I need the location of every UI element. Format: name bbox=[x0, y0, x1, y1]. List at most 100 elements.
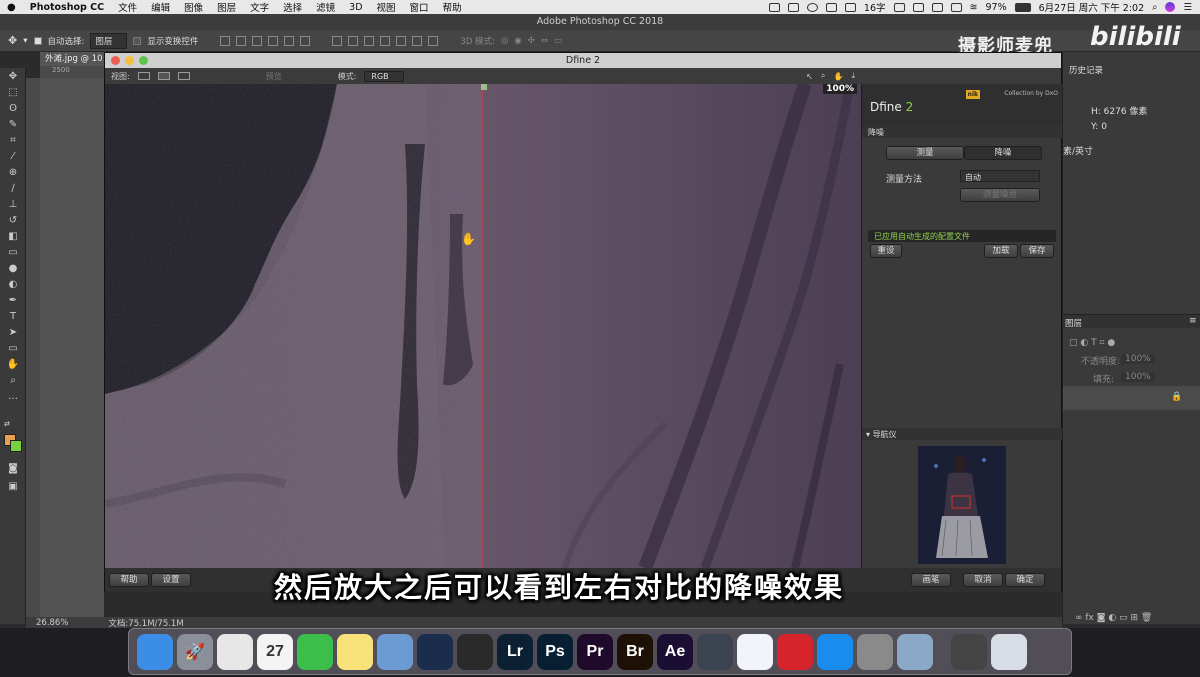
dock-cinema4d-icon[interactable] bbox=[417, 633, 453, 670]
side-by-side-view-icon[interactable] bbox=[177, 72, 190, 80]
screen-mode-icon[interactable]: ▣ bbox=[6, 481, 20, 492]
layer-filter-icons[interactable]: ▢ ◐ T ⌗ ● bbox=[1069, 338, 1115, 348]
zoom-tool-icon[interactable]: ⌕ bbox=[821, 71, 825, 81]
stamp-tool-icon[interactable]: ⊥ bbox=[6, 199, 20, 210]
path-select-tool-icon[interactable]: ➤ bbox=[6, 327, 20, 338]
load-button[interactable]: 加载 bbox=[984, 244, 1018, 258]
app-menu[interactable]: Photoshop CC bbox=[23, 2, 111, 13]
3d-orbit-icon[interactable]: ◎ bbox=[501, 36, 508, 46]
wechat-tray-icon[interactable] bbox=[825, 2, 837, 12]
ime-indicator[interactable]: 16字 bbox=[864, 0, 886, 14]
3d-scale-icon[interactable]: ▭ bbox=[554, 36, 562, 46]
measure-noise-button[interactable]: 测量噪点 bbox=[960, 188, 1040, 202]
eraser-tool-icon[interactable]: ◧ bbox=[6, 231, 20, 242]
dock-calendar-icon[interactable]: 27 bbox=[257, 633, 293, 670]
help-button[interactable]: 帮助 bbox=[109, 573, 149, 587]
dock-chrome-icon[interactable] bbox=[217, 633, 253, 670]
dock-lightroom-icon[interactable]: Lr bbox=[497, 633, 533, 670]
marquee-tool-icon[interactable]: ⬚ bbox=[6, 87, 20, 98]
zoom-level[interactable]: 26.86% bbox=[36, 618, 68, 628]
search-icon[interactable]: ⌕ bbox=[1152, 2, 1157, 13]
gradient-tool-icon[interactable]: ▭ bbox=[6, 247, 20, 258]
dock-preview-icon[interactable] bbox=[377, 633, 413, 670]
layer-row[interactable]: 🔒 bbox=[1063, 386, 1200, 410]
hand-tool-icon[interactable]: ✋ bbox=[6, 359, 20, 370]
split-view-icon[interactable] bbox=[157, 72, 170, 80]
single-view-icon[interactable] bbox=[137, 72, 150, 80]
dock-aftereffects-icon[interactable]: Ae bbox=[657, 633, 693, 670]
close-window-button[interactable] bbox=[111, 56, 120, 65]
menu-layer[interactable]: 图层 bbox=[210, 0, 243, 14]
quick-mask-icon[interactable]: ◙ bbox=[6, 463, 20, 474]
dock-wechat-icon[interactable] bbox=[297, 633, 333, 670]
auto-align-icon[interactable] bbox=[428, 35, 439, 46]
apple-menu-icon[interactable]: ● bbox=[0, 2, 23, 13]
distribute-hcenter-icon[interactable] bbox=[396, 35, 407, 46]
distribute-left-icon[interactable] bbox=[380, 35, 391, 46]
align-bottom-icon[interactable] bbox=[252, 35, 263, 46]
notification-center-icon[interactable]: ☰ bbox=[1183, 2, 1192, 13]
link-icon[interactable]: ∞ bbox=[1075, 613, 1083, 623]
dock-netease-music-icon[interactable] bbox=[777, 633, 813, 670]
mask-icon[interactable]: ◙ bbox=[1097, 613, 1106, 623]
keyboard-icon[interactable] bbox=[912, 2, 924, 12]
dock-image-capture-icon[interactable] bbox=[897, 633, 933, 670]
menu-file[interactable]: 文件 bbox=[111, 0, 144, 14]
dock-finder-icon[interactable] bbox=[137, 633, 173, 670]
menu-filter[interactable]: 滤镜 bbox=[309, 0, 342, 14]
shape-tool-icon[interactable]: ▭ bbox=[6, 343, 20, 354]
align-top-icon[interactable] bbox=[220, 35, 231, 46]
crop-tool-icon[interactable]: ⌗ bbox=[6, 135, 20, 146]
battery-percent[interactable]: 97% bbox=[985, 2, 1006, 13]
tool-preset-chevron-icon[interactable]: ▾ bbox=[23, 36, 27, 46]
dock-launchpad-icon[interactable]: 🚀 bbox=[177, 633, 213, 670]
group-icon[interactable]: ▭ bbox=[1119, 613, 1128, 623]
navigator-thumbnail[interactable] bbox=[918, 446, 1006, 564]
cancel-button[interactable]: 取消 bbox=[963, 573, 1003, 587]
camera-icon[interactable] bbox=[893, 2, 905, 12]
wifi-icon[interactable]: ≋ bbox=[970, 2, 978, 13]
dodge-tool-icon[interactable]: ◐ bbox=[6, 279, 20, 290]
align-left-icon[interactable] bbox=[268, 35, 279, 46]
align-right-icon[interactable] bbox=[300, 35, 311, 46]
distribute-right-icon[interactable] bbox=[412, 35, 423, 46]
brush-button[interactable]: 画笔 bbox=[911, 573, 951, 587]
auto-select-target-dropdown[interactable]: 图层 bbox=[90, 32, 128, 49]
document-canvas[interactable] bbox=[40, 78, 104, 624]
pointer-tool-icon[interactable]: ↖ bbox=[806, 72, 813, 81]
menu-image[interactable]: 图像 bbox=[177, 0, 210, 14]
3d-slide-icon[interactable]: ⇔ bbox=[541, 36, 548, 46]
move-tool-icon[interactable]: ✥ bbox=[6, 71, 20, 82]
more-tools-icon[interactable]: … bbox=[6, 391, 20, 402]
menu-help[interactable]: 帮助 bbox=[436, 0, 469, 14]
menu-3d[interactable]: 3D bbox=[342, 2, 369, 13]
tab-reduce[interactable]: 降噪 bbox=[964, 146, 1042, 160]
preview-image[interactable]: 100% ✋ bbox=[105, 84, 861, 568]
dock-bridge-icon[interactable]: Br bbox=[617, 633, 653, 670]
navigator-header[interactable]: ▾ 导航仪 bbox=[862, 428, 1062, 440]
new-layer-icon[interactable]: ⊞ bbox=[1130, 613, 1138, 623]
cast-icon[interactable] bbox=[950, 2, 962, 12]
align-vcenter-icon[interactable] bbox=[236, 35, 247, 46]
more-options-icon[interactable]: ⤓ bbox=[851, 71, 855, 81]
dock-premiere-icon[interactable]: Pr bbox=[577, 633, 613, 670]
reset-button[interactable]: 重设 bbox=[870, 244, 902, 258]
3d-pan-icon[interactable]: ✣ bbox=[528, 36, 535, 46]
document-tab[interactable]: 外滩.jpg @ 10 bbox=[40, 52, 104, 66]
dock-baidu-netdisk-icon[interactable] bbox=[737, 633, 773, 670]
auto-select-checkbox[interactable] bbox=[33, 36, 42, 45]
distribute-vcenter-icon[interactable] bbox=[348, 35, 359, 46]
distribute-top-icon[interactable] bbox=[332, 35, 343, 46]
screenshot-icon[interactable] bbox=[787, 2, 799, 12]
menu-select[interactable]: 选择 bbox=[276, 0, 309, 14]
brush-tool-icon[interactable]: ∕ bbox=[6, 183, 20, 194]
dock-screen-app-icon[interactable] bbox=[951, 633, 987, 670]
dock-davinci-icon[interactable] bbox=[457, 633, 493, 670]
menu-view[interactable]: 视图 bbox=[370, 0, 403, 14]
swap-colors-icon[interactable]: ⇄ bbox=[4, 420, 10, 428]
ok-button[interactable]: 确定 bbox=[1005, 573, 1045, 587]
lasso-tool-icon[interactable]: ʘ bbox=[6, 103, 20, 114]
minimize-window-button[interactable] bbox=[125, 56, 134, 65]
adjustment-icon[interactable]: ◐ bbox=[1108, 613, 1116, 623]
history-brush-tool-icon[interactable]: ↺ bbox=[6, 215, 20, 226]
